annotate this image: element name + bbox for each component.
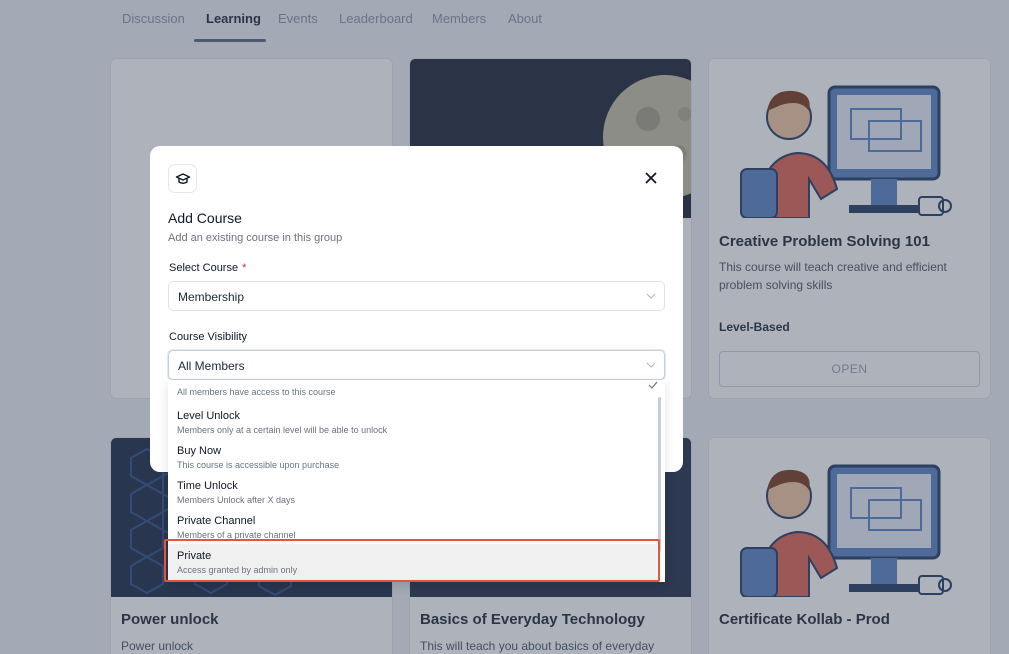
modal-subtitle: Add an existing course in this group bbox=[168, 232, 343, 244]
chevron-down-icon bbox=[646, 293, 656, 299]
select-course-label: Select Course * bbox=[169, 262, 246, 274]
option-description: All members have access to this course bbox=[177, 387, 336, 397]
select-course-label-text: Select Course bbox=[169, 262, 239, 274]
close-icon[interactable] bbox=[641, 168, 661, 188]
select-course-value: Membership bbox=[178, 290, 245, 304]
visibility-option-all-members[interactable]: All members have access to this course bbox=[168, 380, 658, 397]
required-asterisk: * bbox=[242, 262, 247, 274]
select-course-dropdown[interactable]: Membership bbox=[168, 281, 665, 311]
highlight-annotation-box bbox=[164, 539, 660, 582]
option-label: Time Unlock bbox=[177, 480, 238, 492]
graduation-cap-icon bbox=[168, 164, 197, 193]
option-description: Members Unlock after X days bbox=[177, 495, 296, 505]
visibility-option-time-unlock[interactable]: Time Unlock Members Unlock after X days bbox=[168, 474, 657, 509]
visibility-option-level-unlock[interactable]: Level Unlock Members only at a certain l… bbox=[168, 404, 657, 439]
option-label: Private Channel bbox=[177, 515, 256, 527]
dropdown-scrollbar[interactable] bbox=[658, 397, 661, 552]
option-description: Members only at a certain level will be … bbox=[177, 425, 388, 435]
option-description: This course is accessible upon purchase bbox=[177, 460, 340, 470]
option-label: Level Unlock bbox=[177, 410, 240, 422]
course-visibility-dropdown[interactable]: All Members bbox=[168, 350, 665, 380]
course-visibility-label: Course Visibility bbox=[169, 331, 248, 343]
visibility-option-buy-now[interactable]: Buy Now This course is accessible upon p… bbox=[168, 439, 657, 474]
chevron-down-icon bbox=[646, 362, 656, 368]
modal-title: Add Course bbox=[168, 210, 242, 226]
checkmark-icon bbox=[648, 381, 658, 389]
course-visibility-value: All Members bbox=[178, 359, 245, 373]
option-label: Buy Now bbox=[177, 445, 222, 457]
